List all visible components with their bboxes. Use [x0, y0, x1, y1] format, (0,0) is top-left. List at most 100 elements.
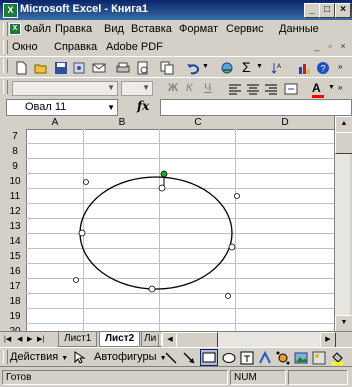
resize-handle[interactable] [234, 193, 240, 199]
align-center-icon[interactable] [246, 82, 260, 96]
italic-icon[interactable]: К [186, 82, 192, 94]
last-sheet-icon[interactable]: ▶| [37, 335, 44, 343]
fill-color-icon[interactable] [330, 351, 344, 365]
menu-help[interactable]: Справка [54, 41, 97, 53]
oval-tool-icon[interactable] [222, 351, 236, 365]
excel-app-icon[interactable]: X [3, 3, 18, 18]
oval-shape[interactable] [79, 176, 233, 290]
chart-wizard-icon[interactable] [297, 61, 311, 75]
menu-view[interactable]: Вид [104, 23, 124, 35]
arrow-tool-icon[interactable] [182, 351, 196, 365]
drawing-grip[interactable] [3, 350, 8, 364]
permission-icon[interactable] [72, 61, 86, 75]
svg-text:?: ? [321, 64, 326, 74]
help-icon[interactable]: ? [316, 61, 330, 75]
font-color-button[interactable]: А [312, 81, 324, 98]
rectangle-tool-icon [202, 352, 216, 363]
status-num: NUM [230, 370, 286, 385]
print-icon[interactable] [116, 61, 130, 75]
sheet-tab[interactable]: Лист1 [58, 332, 98, 347]
rectangle-tool-active[interactable] [200, 349, 218, 366]
scroll-thumb[interactable] [335, 132, 352, 154]
worksheet-grid[interactable]: A B C D 7 8 9 10 11 12 13 14 15 16 17 18… [4, 116, 334, 331]
title-bar: X Microsoft Excel - Книга1 _ □ × [0, 0, 352, 20]
workbook-icon[interactable]: X [9, 23, 21, 35]
open-folder-icon[interactable] [34, 61, 48, 75]
new-document-icon[interactable] [14, 61, 28, 75]
undo-dropdown-icon[interactable]: ▼ [202, 63, 209, 70]
doc-restore-icon[interactable]: ▫ [325, 41, 335, 51]
svg-text:A: A [277, 64, 281, 70]
status-text: Готов [2, 370, 228, 385]
prev-sheet-icon[interactable]: ◀ [17, 335, 22, 343]
hyperlink-icon[interactable] [220, 61, 234, 75]
resize-handle[interactable] [158, 184, 166, 192]
undo-icon[interactable] [186, 61, 200, 75]
resize-handle[interactable] [78, 229, 86, 237]
doc-close-icon[interactable]: × [338, 41, 348, 51]
print-preview-icon[interactable] [136, 61, 150, 75]
bold-icon[interactable]: Ж [168, 82, 178, 94]
doc-minimize-icon[interactable]: _ [312, 41, 322, 51]
clipart-icon[interactable] [294, 351, 308, 365]
toolbar-grip[interactable] [3, 59, 8, 73]
status-bar: Готов NUM [0, 367, 352, 387]
menu-grip[interactable] [3, 22, 8, 36]
menu-insert[interactable]: Вставка [131, 23, 172, 35]
textbox-tool-icon[interactable] [240, 351, 254, 365]
window-title: Microsoft Excel - Книга1 [20, 3, 149, 15]
underline-icon[interactable]: Ч [204, 82, 211, 94]
resize-handle[interactable] [148, 285, 156, 293]
copy-icon[interactable] [160, 61, 174, 75]
resize-handle[interactable] [228, 243, 236, 251]
autoshapes-label: Автофигуры [94, 351, 157, 363]
wordart-icon[interactable] [258, 351, 272, 365]
toolbar-options-icon[interactable]: » [338, 62, 342, 71]
formatting-options-icon[interactable]: » [338, 83, 342, 92]
name-box[interactable]: Овал 11 ▼ [6, 99, 118, 116]
merge-center-icon[interactable] [284, 82, 298, 96]
sheet-tab-active[interactable]: Лист2 [99, 332, 141, 347]
autosum-icon[interactable]: Σ [242, 59, 251, 75]
formula-bar: Овал 11 ▼ fx [0, 98, 352, 116]
font-color-dropdown-icon[interactable]: ▼ [328, 84, 335, 91]
horizontal-scrollbar[interactable]: ◀ ▶ [162, 332, 336, 349]
first-sheet-icon[interactable]: |◀ [4, 335, 11, 343]
vertical-scrollbar[interactable]: ▲ ▼ [334, 116, 352, 333]
autoshapes-menu[interactable]: Автофигуры ▼ [94, 351, 167, 363]
actions-menu[interactable]: Действия ▼ [10, 351, 68, 363]
align-left-icon[interactable] [228, 82, 242, 96]
select-objects-icon[interactable] [72, 351, 86, 365]
autosum-dropdown-icon[interactable]: ▼ [256, 63, 263, 70]
diagram-icon[interactable] [276, 351, 290, 365]
minimize-button[interactable]: _ [304, 3, 320, 18]
fx-icon[interactable]: fx [137, 99, 149, 113]
sort-ascending-icon[interactable]: A [270, 61, 284, 75]
menu-format[interactable]: Формат [179, 23, 218, 35]
menu-grip-2[interactable] [3, 40, 8, 54]
menu-adobe-pdf[interactable]: Adobe PDF [106, 41, 163, 53]
next-sheet-icon[interactable]: ▶ [27, 335, 32, 343]
picture-icon[interactable] [312, 351, 326, 365]
menu-edit[interactable]: Правка [55, 23, 92, 35]
font-name-combo[interactable]: ▼ [12, 81, 118, 96]
resize-handle[interactable] [225, 293, 231, 299]
menu-bar-row2: Окно Справка Adobe PDF _ ▫ × [0, 38, 352, 56]
resize-handle[interactable] [83, 179, 89, 185]
close-button[interactable]: × [335, 3, 351, 18]
menu-data[interactable]: Данные [279, 23, 319, 35]
resize-handle[interactable] [73, 277, 79, 283]
align-right-icon[interactable] [264, 82, 278, 96]
maximize-button[interactable]: □ [319, 3, 335, 18]
line-tool-icon[interactable] [164, 351, 178, 365]
menu-window[interactable]: Окно [12, 41, 38, 53]
menu-file[interactable]: Файл [24, 23, 51, 35]
email-icon[interactable] [92, 61, 106, 75]
formula-input[interactable] [160, 99, 352, 116]
menu-tools[interactable]: Сервис [226, 23, 264, 35]
rotation-handle[interactable] [160, 170, 168, 178]
font-size-combo[interactable]: ▼ [121, 81, 153, 96]
formatting-grip[interactable] [3, 80, 8, 94]
save-icon[interactable] [54, 61, 68, 75]
name-box-dropdown-icon[interactable]: ▼ [107, 101, 115, 115]
